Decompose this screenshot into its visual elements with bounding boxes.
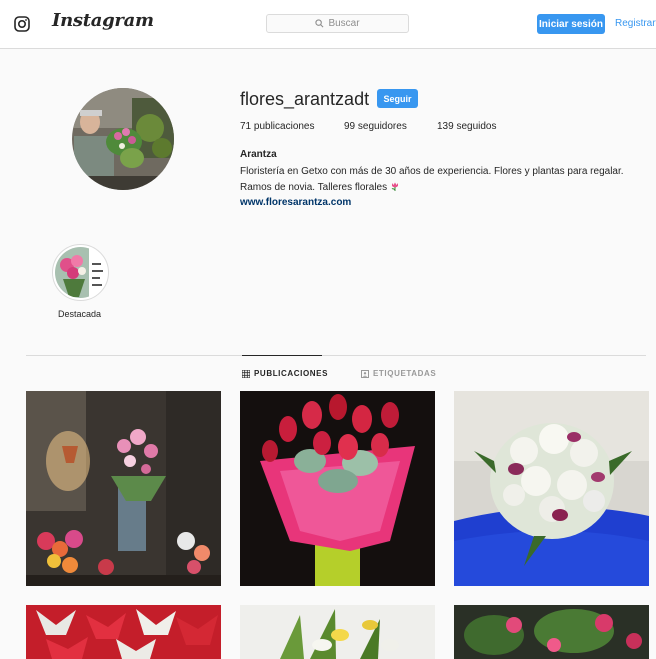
following-count[interactable]: 139 seguidos [437, 121, 497, 132]
tab-etiquetadas-label: ETIQUETADAS [373, 369, 437, 378]
post-thumbnail[interactable] [26, 605, 221, 659]
profile-full-name: Arantza [240, 149, 277, 160]
profile-website-link[interactable]: www.floresarantza.com [240, 197, 351, 208]
search-icon [315, 19, 324, 28]
tab-etiquetadas[interactable]: ETIQUETADAS [361, 369, 436, 378]
tagged-icon [361, 369, 369, 378]
post-thumbnail[interactable] [454, 605, 649, 659]
highlight-label: Destacada [58, 309, 102, 319]
grid-icon [242, 369, 250, 378]
top-nav-bar: Instagram Buscar Iniciar sesión Registra… [0, 0, 656, 49]
profile-avatar[interactable] [72, 88, 174, 190]
login-button[interactable]: Iniciar sesión [537, 14, 605, 34]
highlight-cover[interactable] [55, 247, 106, 298]
bio-text-line-2-text: Ramos de novia. Talleres florales [240, 182, 388, 193]
profile-username: flores_arantzadt [240, 89, 370, 109]
follow-button[interactable]: Seguir [377, 89, 418, 108]
tab-publicaciones[interactable]: PUBLICACIONES [242, 369, 328, 378]
bio-text-line-1: Floristería en Getxo con más de 30 años … [240, 166, 624, 177]
followers-count[interactable]: 99 seguidores [344, 121, 407, 132]
tab-publicaciones-label: PUBLICACIONES [254, 369, 329, 378]
tabs-divider [26, 355, 646, 356]
instagram-camera-icon[interactable] [14, 16, 30, 32]
post-thumbnail[interactable] [26, 391, 221, 586]
search-placeholder: Buscar [328, 18, 360, 29]
tulip-emoji-icon [391, 182, 398, 191]
active-tab-indicator [242, 355, 322, 356]
posts-count: 71 publicaciones [240, 121, 315, 132]
search-input[interactable]: Buscar [266, 14, 409, 33]
post-thumbnail[interactable] [454, 391, 649, 586]
bio-text-line-2: Ramos de novia. Talleres florales [240, 180, 400, 196]
register-link[interactable]: Registrarte [615, 18, 656, 29]
post-thumbnail[interactable] [240, 391, 435, 586]
post-thumbnail[interactable] [240, 605, 435, 659]
instagram-logo[interactable]: Instagram [52, 10, 154, 31]
